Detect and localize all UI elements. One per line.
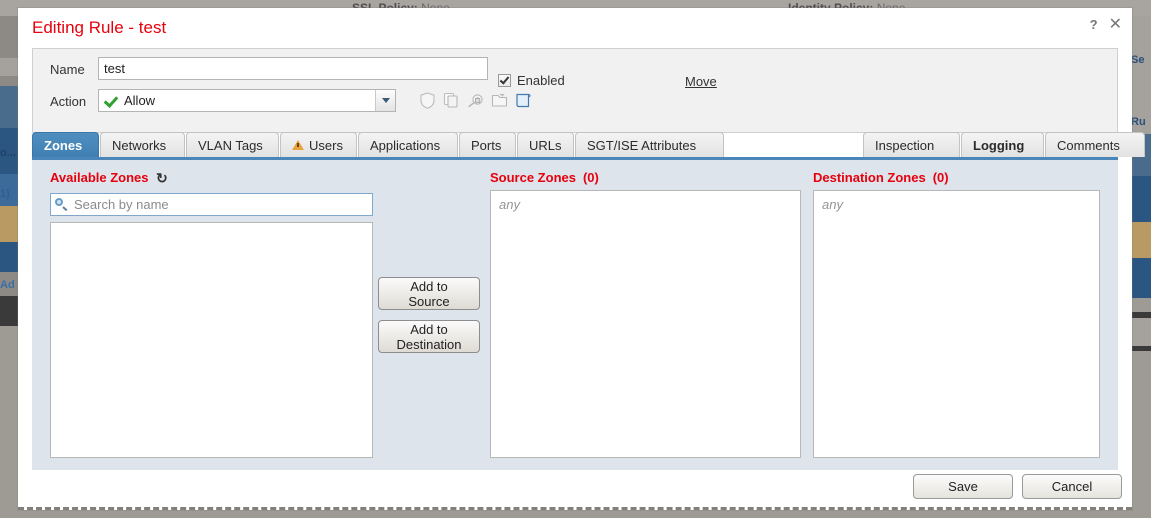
tab-strip: Zones Networks VLAN Tags Users Applications P…	[32, 132, 1145, 158]
shield-icon[interactable]	[418, 91, 437, 110]
add-to-source-line2: Source	[408, 294, 450, 309]
backdrop-strip	[1129, 318, 1151, 346]
action-select-value: Allow	[124, 93, 156, 108]
available-zones-heading: Available Zones ↺	[50, 170, 168, 186]
tab-label: Users	[309, 137, 343, 153]
add-to-source-button[interactable]: Add to Source	[378, 277, 480, 310]
tab-applications[interactable]: Applications	[358, 132, 458, 157]
warning-icon	[292, 140, 304, 150]
backdrop-strip	[1129, 176, 1151, 222]
source-zones-label: Source Zones	[490, 170, 576, 185]
destination-zones-placeholder: any	[822, 197, 843, 212]
editing-rule-dialog: Editing Rule - test ? ✕ Name Action Allo…	[18, 8, 1145, 510]
tab-inspection[interactable]: Inspection	[863, 132, 960, 157]
tab-comments[interactable]: Comments	[1045, 132, 1145, 157]
cancel-button[interactable]: Cancel	[1022, 474, 1122, 499]
logging-document-icon[interactable]	[514, 91, 533, 110]
tab-zones[interactable]: Zones	[32, 132, 99, 157]
tab-ports[interactable]: Ports	[459, 132, 516, 157]
destination-zones-count: (0)	[932, 170, 949, 185]
backdrop-strip	[1129, 258, 1151, 298]
tab-label: Networks	[112, 137, 167, 153]
tab-label: Inspection	[875, 137, 935, 153]
available-zones-list[interactable]	[50, 222, 373, 458]
rule-name-input[interactable]	[98, 57, 488, 80]
action-select[interactable]: Allow	[98, 89, 396, 112]
add-to-destination-line2: Destination	[396, 337, 462, 352]
close-icon[interactable]: ✕	[1109, 17, 1122, 33]
tab-vlan-tags[interactable]: VLAN Tags	[186, 132, 279, 157]
name-label: Name	[50, 62, 85, 77]
tab-urls[interactable]: URLs	[517, 132, 574, 157]
tab-label: VLAN Tags	[198, 137, 263, 153]
source-zones-list[interactable]: any	[490, 190, 801, 458]
source-zones-heading: Source Zones (0)	[490, 170, 599, 185]
tab-label: Applications	[370, 137, 441, 153]
add-to-destination-button[interactable]: Add to Destination	[378, 320, 480, 353]
backdrop-text-fragment: Ad	[0, 279, 15, 291]
tab-sgt-ise-attributes[interactable]: SGT/ISE Attributes	[575, 132, 724, 157]
search-zones-box[interactable]	[50, 193, 373, 216]
tab-label: Logging	[973, 137, 1025, 153]
help-icon[interactable]: ?	[1090, 18, 1098, 32]
safe-search-icon[interactable]	[466, 91, 485, 110]
action-select-value-wrap: Allow	[99, 93, 375, 108]
backdrop-right-column: Se Ru	[1129, 16, 1151, 518]
backdrop-text-fragment: 1)	[0, 188, 10, 200]
tab-label: SGT/ISE Attributes	[587, 137, 697, 153]
backdrop-text-fragment: o...	[0, 147, 16, 159]
backdrop-strip	[1129, 222, 1151, 258]
tab-networks[interactable]: Networks	[100, 132, 185, 157]
source-zones-count: (0)	[582, 170, 599, 185]
available-zones-label: Available Zones	[50, 170, 149, 185]
destination-zones-list[interactable]: any	[813, 190, 1100, 458]
backdrop-text-fragment: Ru	[1131, 116, 1146, 128]
destination-zones-heading: Destination Zones (0)	[813, 170, 949, 185]
add-to-destination-line1: Add to	[410, 322, 448, 337]
save-button[interactable]: Save	[913, 474, 1013, 499]
enabled-checkbox[interactable]	[498, 74, 511, 87]
variable-set-icon[interactable]	[490, 91, 509, 110]
allow-checkmark-icon	[104, 94, 118, 108]
rule-form-panel: Name Action Allow	[32, 48, 1118, 133]
search-icon	[55, 198, 68, 211]
dialog-window-controls: ? ✕	[1090, 17, 1122, 33]
backdrop-strip	[1129, 351, 1151, 518]
enabled-checkbox-wrap[interactable]: Enabled	[498, 73, 565, 88]
rule-action-icons	[418, 89, 533, 112]
dialog-title: Editing Rule - test	[32, 18, 167, 37]
destination-zones-label: Destination Zones	[813, 170, 926, 185]
tab-label: URLs	[529, 137, 562, 153]
add-to-source-line1: Add to	[410, 279, 448, 294]
tab-label: Comments	[1057, 137, 1120, 153]
source-zones-placeholder: any	[499, 197, 520, 212]
chevron-down-icon[interactable]	[375, 90, 395, 111]
tab-logging[interactable]: Logging	[961, 132, 1044, 157]
refresh-icon[interactable]: ↺	[156, 170, 168, 186]
enabled-label: Enabled	[517, 73, 565, 88]
tab-users[interactable]: Users	[280, 132, 357, 157]
tab-label: Ports	[471, 137, 502, 153]
move-link[interactable]: Move	[685, 74, 717, 89]
file-policy-icon[interactable]	[442, 91, 461, 110]
action-label: Action	[50, 94, 87, 109]
zones-panel: Available Zones ↺ Add to Source Add to D…	[32, 160, 1118, 470]
search-input[interactable]	[72, 196, 372, 213]
backdrop-text-fragment: Se	[1131, 54, 1145, 66]
action-row: Action Allow	[33, 89, 1117, 119]
backdrop-strip	[1129, 298, 1151, 312]
name-row: Name	[33, 57, 1117, 87]
tab-label: Zones	[44, 137, 83, 153]
